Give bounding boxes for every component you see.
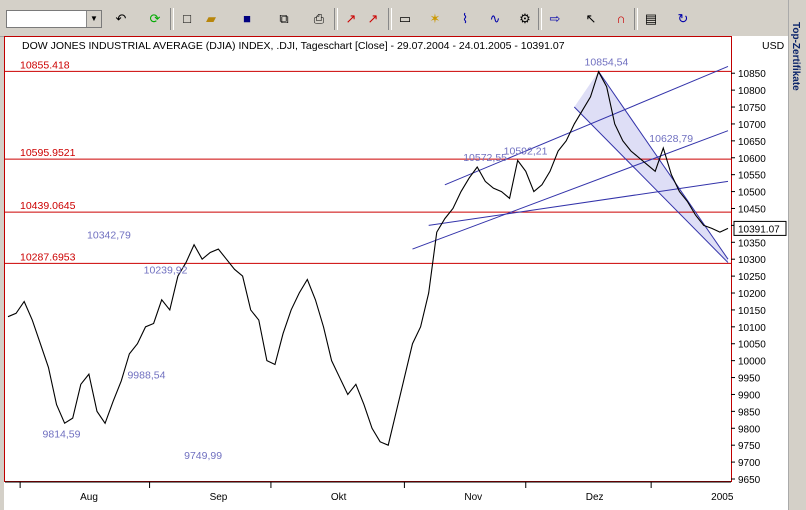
y-tick-label: 10000	[738, 357, 766, 368]
y-tick-label: 10750	[738, 103, 766, 114]
value-annotation: 10572,55	[463, 152, 507, 164]
y-tick-label: 9750	[738, 441, 761, 452]
value-annotation: 9814,59	[43, 428, 81, 440]
support-line-label: 10287.6953	[20, 251, 76, 263]
y-tick-label: 10150	[738, 306, 766, 317]
chart-svg: DOW JONES INDUSTRIAL AVERAGE (DJIA) INDE…	[5, 40, 787, 503]
x-tick-label: Nov	[464, 492, 482, 503]
channel-fill	[574, 71, 728, 263]
currency-label: USD	[762, 40, 785, 52]
y-tick-label: 9650	[738, 475, 761, 486]
y-tick-label: 10500	[738, 188, 766, 199]
y-tick-label: 9800	[738, 424, 761, 435]
value-annotation: 10342,79	[87, 230, 131, 242]
x-tick-label: Dez	[586, 492, 604, 503]
support-line-label: 10439.0645	[20, 200, 76, 212]
trend-line	[444, 65, 729, 186]
trend-line	[598, 71, 729, 260]
y-tick-label: 9850	[738, 407, 761, 418]
y-tick-label: 9900	[738, 390, 761, 401]
support-line-label: 10595.9521	[20, 147, 76, 159]
x-tick-label: 2005	[711, 492, 734, 503]
y-tick-label: 10350	[738, 238, 766, 249]
y-tick-label: 10450	[738, 204, 766, 215]
y-tick-label: 10800	[738, 86, 766, 97]
y-tick-label: 10300	[738, 255, 766, 266]
y-tick-label: 9700	[738, 458, 761, 469]
value-annotation: 9988,54	[127, 370, 165, 382]
value-annotation: 9749,99	[184, 450, 222, 462]
x-tick-label: Sep	[210, 492, 228, 503]
y-tick-label: 10100	[738, 323, 766, 334]
y-tick-label: 10600	[738, 154, 766, 165]
last-value-label: 10391.07	[738, 224, 780, 235]
y-tick-label: 10550	[738, 171, 766, 182]
y-tick-label: 10850	[738, 69, 766, 80]
support-line-label: 10855.418	[20, 59, 70, 71]
y-tick-label: 10050	[738, 340, 766, 351]
y-tick-label: 9950	[738, 374, 761, 385]
y-tick-label: 10250	[738, 272, 766, 283]
x-tick-label: Okt	[331, 492, 347, 503]
y-tick-label: 10650	[738, 137, 766, 148]
x-tick-label: Aug	[80, 492, 98, 503]
value-annotation: 10592,21	[504, 145, 548, 157]
chart-title: DOW JONES INDUSTRIAL AVERAGE (DJIA) INDE…	[22, 40, 565, 52]
y-tick-label: 10200	[738, 289, 766, 300]
value-annotation: 10854,54	[585, 57, 629, 69]
y-tick-label: 10700	[738, 120, 766, 131]
value-annotation: 10239,92	[144, 265, 188, 277]
value-annotation: 10628,79	[649, 133, 693, 145]
